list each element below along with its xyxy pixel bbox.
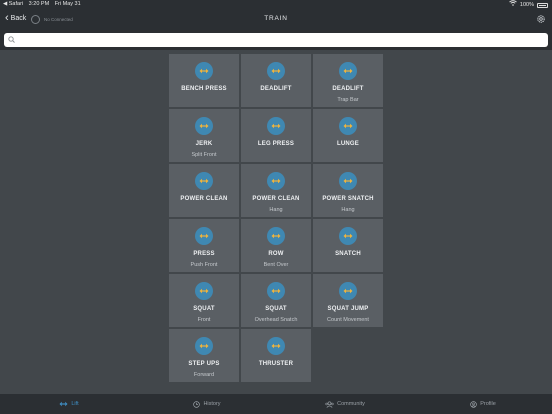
dumbbell-icon	[267, 282, 285, 300]
nav-bar: ‹ Back No Connected TRAIN	[0, 9, 552, 30]
exercise-tile[interactable]: SQUAT Front	[169, 274, 239, 327]
page-title: TRAIN	[264, 15, 288, 22]
dumbbell-icon	[195, 62, 213, 80]
exercise-name: ROW	[268, 251, 284, 257]
exercise-tile[interactable]: DEADLIFT Trap Bar	[313, 54, 383, 107]
exercise-name: DEADLIFT	[332, 86, 364, 92]
dumbbell-icon	[267, 337, 285, 355]
exercise-variant: Push Front	[190, 262, 218, 268]
battery-icon	[537, 2, 548, 8]
tab-label: Profile	[480, 401, 496, 407]
tab-label: Lift	[71, 401, 79, 407]
exercise-tile[interactable]: SQUAT JUMP Count Movement	[313, 274, 383, 327]
exercise-name: JERK	[195, 141, 213, 147]
exercise-name: PRESS	[193, 251, 215, 257]
exercise-variant: Split Front	[191, 152, 217, 158]
exercise-tile[interactable]: POWER CLEAN	[169, 164, 239, 217]
exercise-tile[interactable]: DEADLIFT	[241, 54, 311, 107]
exercise-name: STEP UPS	[188, 361, 220, 367]
exercise-tile[interactable]: LUNGE	[313, 109, 383, 162]
tab-lift[interactable]: Lift	[0, 394, 138, 414]
exercise-name: SQUAT	[265, 306, 287, 312]
exercise-name: SNATCH	[335, 251, 361, 257]
tab-profile[interactable]: Profile	[414, 394, 552, 414]
exercise-name: SQUAT JUMP	[327, 306, 369, 312]
group-icon	[325, 400, 334, 408]
dumbbell-icon	[195, 117, 213, 135]
dumbbell-icon	[339, 117, 357, 135]
barbell-icon	[59, 401, 68, 407]
exercise-tile[interactable]: SNATCH	[313, 219, 383, 272]
gear-icon[interactable]	[536, 14, 546, 24]
exercise-name: POWER CLEAN	[252, 196, 300, 202]
dumbbell-icon	[195, 337, 213, 355]
dumbbell-icon	[267, 117, 285, 135]
dumbbell-icon	[195, 227, 213, 245]
status-date: Fri May 31	[54, 1, 81, 7]
exercise-name: LUNGE	[337, 141, 359, 147]
search-bar	[0, 30, 552, 50]
exercise-tile[interactable]: BENCH PRESS	[169, 54, 239, 107]
exercise-variant: Forward	[193, 372, 215, 378]
exercise-tile[interactable]: POWER CLEAN Hang	[241, 164, 311, 217]
exercise-variant: Trap Bar	[337, 97, 359, 103]
exercise-tile[interactable]: SQUAT Overhead Snatch	[241, 274, 311, 327]
exercise-variant: Bent Over	[263, 262, 289, 268]
tab-bar: Lift History Community Profile	[0, 394, 552, 414]
exercise-tile[interactable]: ROW Bent Over	[241, 219, 311, 272]
status-time: 3:20 PM	[28, 1, 50, 7]
dumbbell-icon	[339, 227, 357, 245]
search-icon	[8, 36, 15, 43]
search-field[interactable]	[4, 33, 548, 47]
exercise-tile[interactable]: STEP UPS Forward	[169, 329, 239, 382]
clock-icon	[193, 400, 201, 408]
search-input[interactable]	[18, 34, 538, 46]
profile-icon	[470, 400, 477, 408]
exercise-tile[interactable]: THRUSTER	[241, 329, 311, 382]
dumbbell-icon	[339, 282, 357, 300]
exercise-grid: BENCH PRESS DEADLIFT DEADLIFT Trap Bar JERK S…	[169, 54, 383, 382]
exercise-variant: Hang	[341, 207, 355, 213]
dumbbell-icon	[267, 62, 285, 80]
exercise-name: THRUSTER	[258, 361, 294, 367]
tab-history[interactable]: History	[138, 394, 276, 414]
dumbbell-icon	[195, 282, 213, 300]
exercise-tile[interactable]: JERK Split Front	[169, 109, 239, 162]
tab-community[interactable]: Community	[276, 394, 414, 414]
dumbbell-icon	[339, 172, 357, 190]
exercise-tile[interactable]: PRESS Push Front	[169, 219, 239, 272]
exercise-name: BENCH PRESS	[181, 86, 227, 92]
exercise-tile[interactable]: POWER SNATCH Hang	[313, 164, 383, 217]
dumbbell-icon	[339, 62, 357, 80]
exercise-name: DEADLIFT	[260, 86, 292, 92]
exercise-variant: Hang	[269, 207, 283, 213]
exercise-name: POWER SNATCH	[322, 196, 374, 202]
exercise-name: SQUAT	[193, 306, 215, 312]
exercise-variant: Count Movement	[327, 317, 369, 323]
tab-label: Community	[337, 401, 365, 407]
status-bar: ◀ Safari 3:20 PM Fri May 31 100%	[0, 0, 552, 9]
exercise-name: LEG PRESS	[257, 141, 295, 147]
dumbbell-icon	[267, 172, 285, 190]
tab-label: History	[203, 401, 221, 407]
status-carrier: ◀ Safari	[3, 1, 24, 7]
exercise-name: POWER CLEAN	[180, 196, 228, 202]
dumbbell-icon	[195, 172, 213, 190]
dumbbell-icon	[267, 227, 285, 245]
exercise-variant: Front	[197, 317, 211, 323]
exercise-variant: Overhead Snatch	[254, 317, 298, 323]
exercise-tile[interactable]: LEG PRESS	[241, 109, 311, 162]
